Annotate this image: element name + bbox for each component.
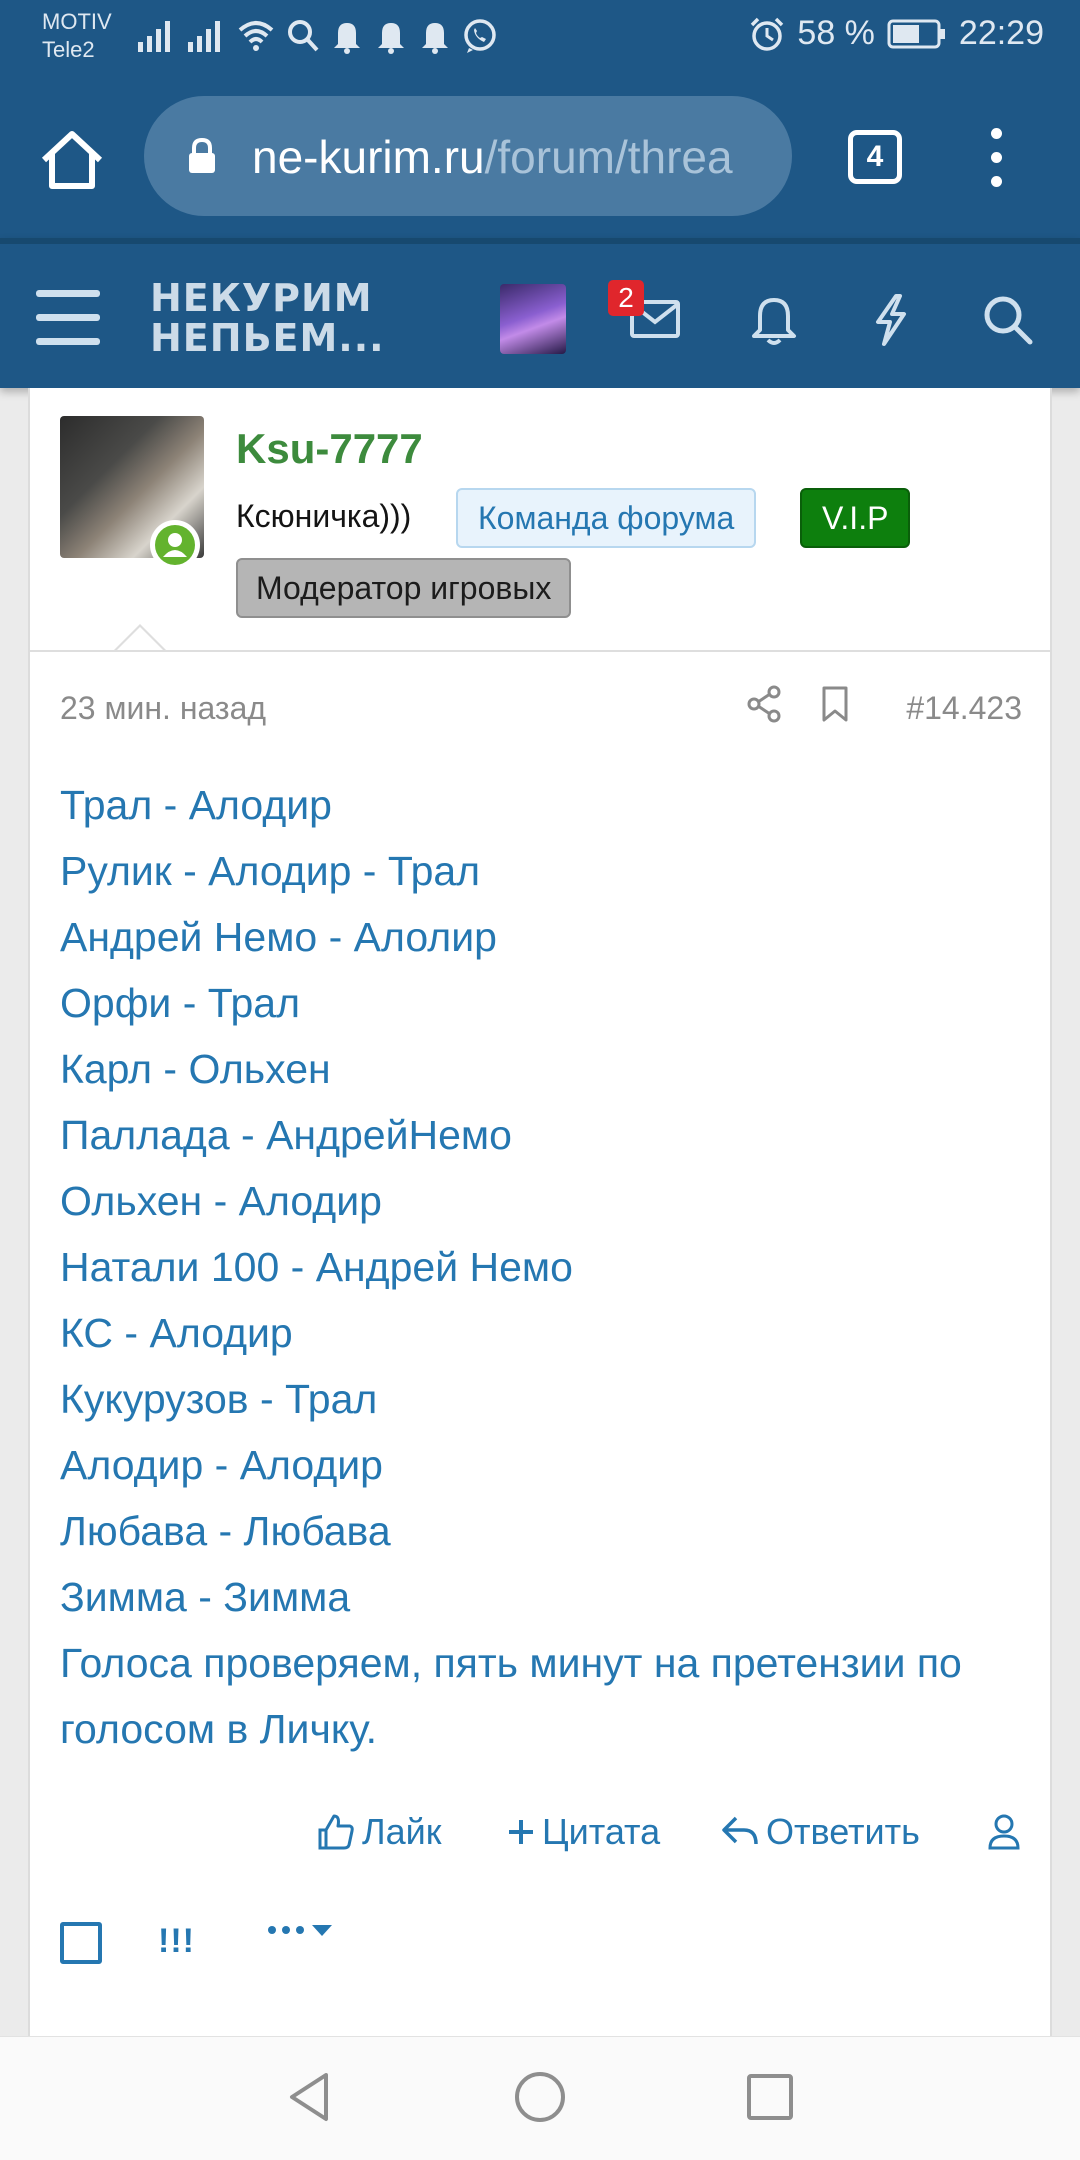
wifi-icon bbox=[238, 21, 274, 51]
forum-post: Ksu-7777 Ксюничка))) Команда форума V.I.… bbox=[28, 388, 1052, 2036]
like-label: Лайк bbox=[362, 1811, 442, 1852]
bookmark-icon[interactable] bbox=[818, 684, 852, 724]
post-line: Зимма - Зимма bbox=[60, 1574, 351, 1620]
whats-new-lightning-icon[interactable] bbox=[866, 292, 916, 348]
post-line: Алодир - Алодир bbox=[60, 1442, 383, 1488]
post-line: Рулик - Алодир - Трал bbox=[60, 848, 481, 894]
post-line: Натали 100 - Андрей Немо bbox=[60, 1244, 573, 1290]
hamburger-menu-icon[interactable] bbox=[36, 290, 100, 346]
user-outline-icon bbox=[988, 1814, 1020, 1850]
caret-down-icon bbox=[312, 1925, 332, 1936]
notification-bell-icon bbox=[378, 23, 404, 54]
divider-arrow bbox=[112, 624, 168, 653]
back-icon[interactable] bbox=[280, 2067, 340, 2127]
whatsapp-icon bbox=[464, 19, 496, 53]
quote-label: Цитата bbox=[542, 1811, 661, 1852]
signal-icon bbox=[138, 21, 170, 52]
carrier-info: MOTIV Tele2 bbox=[42, 8, 112, 64]
home-circle-icon[interactable] bbox=[510, 2067, 570, 2127]
tab-switcher-button[interactable]: 4 bbox=[848, 130, 902, 184]
battery-icon bbox=[887, 19, 945, 48]
like-button[interactable]: Лайк bbox=[316, 1811, 442, 1853]
post-line: Орфи - Трал bbox=[60, 980, 301, 1026]
more-options-button[interactable] bbox=[268, 1922, 334, 1938]
moderator-badge: Модератор игровых bbox=[236, 558, 572, 618]
post-closing-text: Голоса проверяем, пять минут на претензи… bbox=[60, 1640, 962, 1752]
thumbs-up-icon bbox=[318, 1814, 354, 1850]
status-right: 58 % 22:29 bbox=[749, 14, 1044, 53]
url-text: ne-kurim.ru/forum/threa bbox=[252, 130, 733, 184]
clock: 22:29 bbox=[958, 14, 1044, 52]
signal-icon bbox=[188, 21, 220, 52]
post-number-link[interactable]: #14.423 bbox=[906, 688, 1022, 728]
post-divider bbox=[30, 650, 1050, 652]
report-button[interactable]: !!! bbox=[158, 1916, 195, 1966]
logo-line-2: НЕПЬЕМ... bbox=[150, 316, 385, 360]
carrier-name-1: MOTIV bbox=[42, 9, 112, 34]
forum-header: НЕКУРИМ НЕПЬЕМ... 2 bbox=[0, 238, 1080, 388]
inbox-badge: 2 bbox=[608, 280, 644, 316]
notification-bell-icon bbox=[334, 23, 360, 54]
lock-icon bbox=[189, 137, 215, 173]
system-navigation-bar bbox=[0, 2036, 1080, 2160]
post-line: Ольхен - Алодир bbox=[60, 1178, 382, 1224]
url-host: ne-kurim.ru bbox=[252, 131, 485, 183]
post-line: Паллада - АндрейНемо bbox=[60, 1112, 512, 1158]
search-icon bbox=[288, 20, 319, 52]
post-line: Любава - Любава bbox=[60, 1508, 391, 1554]
status-icons bbox=[136, 18, 498, 54]
notification-bell-icon bbox=[422, 23, 448, 54]
alarm-icon bbox=[751, 17, 784, 51]
account-avatar[interactable] bbox=[500, 284, 566, 354]
recent-apps-icon[interactable] bbox=[740, 2067, 800, 2127]
user-icon bbox=[163, 533, 187, 557]
select-post-checkbox[interactable] bbox=[60, 1922, 102, 1964]
reply-label: Ответить bbox=[766, 1811, 920, 1852]
post-author-username[interactable]: Ksu-7777 bbox=[236, 424, 423, 474]
battery-percent: 58 % bbox=[797, 14, 875, 52]
vip-badge: V.I.P bbox=[800, 488, 911, 548]
forum-logo[interactable]: НЕКУРИМ НЕПЬЕМ... bbox=[150, 278, 385, 358]
alerts-bell-icon[interactable] bbox=[748, 292, 800, 348]
post-line: Карл - Ольхен bbox=[60, 1046, 331, 1092]
browser-toolbar: ne-kurim.ru/forum/threa 4 bbox=[0, 72, 1080, 238]
plus-icon bbox=[509, 1820, 533, 1844]
logo-line-1: НЕКУРИМ bbox=[150, 276, 373, 320]
search-icon[interactable] bbox=[980, 292, 1036, 348]
reply-arrow-icon bbox=[722, 1816, 758, 1845]
post-body: Трал - Алодир Рулик - Алодир - Трал Андр… bbox=[60, 772, 1020, 1762]
address-bar[interactable]: ne-kurim.ru/forum/threa bbox=[144, 96, 792, 216]
url-path: /forum/threa bbox=[484, 131, 733, 183]
online-status-indicator bbox=[150, 520, 200, 570]
profile-button[interactable] bbox=[986, 1812, 1022, 1852]
post-time[interactable]: 23 мин. назад bbox=[60, 688, 266, 728]
post-line: КС - Алодир bbox=[60, 1310, 293, 1356]
quote-button[interactable]: Цитата bbox=[506, 1811, 660, 1853]
status-bar: MOTIV Tele2 58 % 22:29 bbox=[0, 0, 1080, 72]
home-icon[interactable] bbox=[36, 124, 108, 196]
post-line: Трал - Алодир bbox=[60, 782, 332, 828]
user-title: Ксюничка))) bbox=[236, 498, 412, 534]
reply-button[interactable]: Ответить bbox=[720, 1811, 920, 1853]
post-line: Кукурузов - Трал bbox=[60, 1376, 378, 1422]
carrier-name-2: Tele2 bbox=[42, 37, 95, 62]
browser-menu-button[interactable] bbox=[984, 128, 1008, 192]
share-icon[interactable] bbox=[744, 684, 784, 724]
post-line: Андрей Немо - Алолир bbox=[60, 914, 497, 960]
forum-team-badge: Команда форума bbox=[456, 488, 757, 548]
